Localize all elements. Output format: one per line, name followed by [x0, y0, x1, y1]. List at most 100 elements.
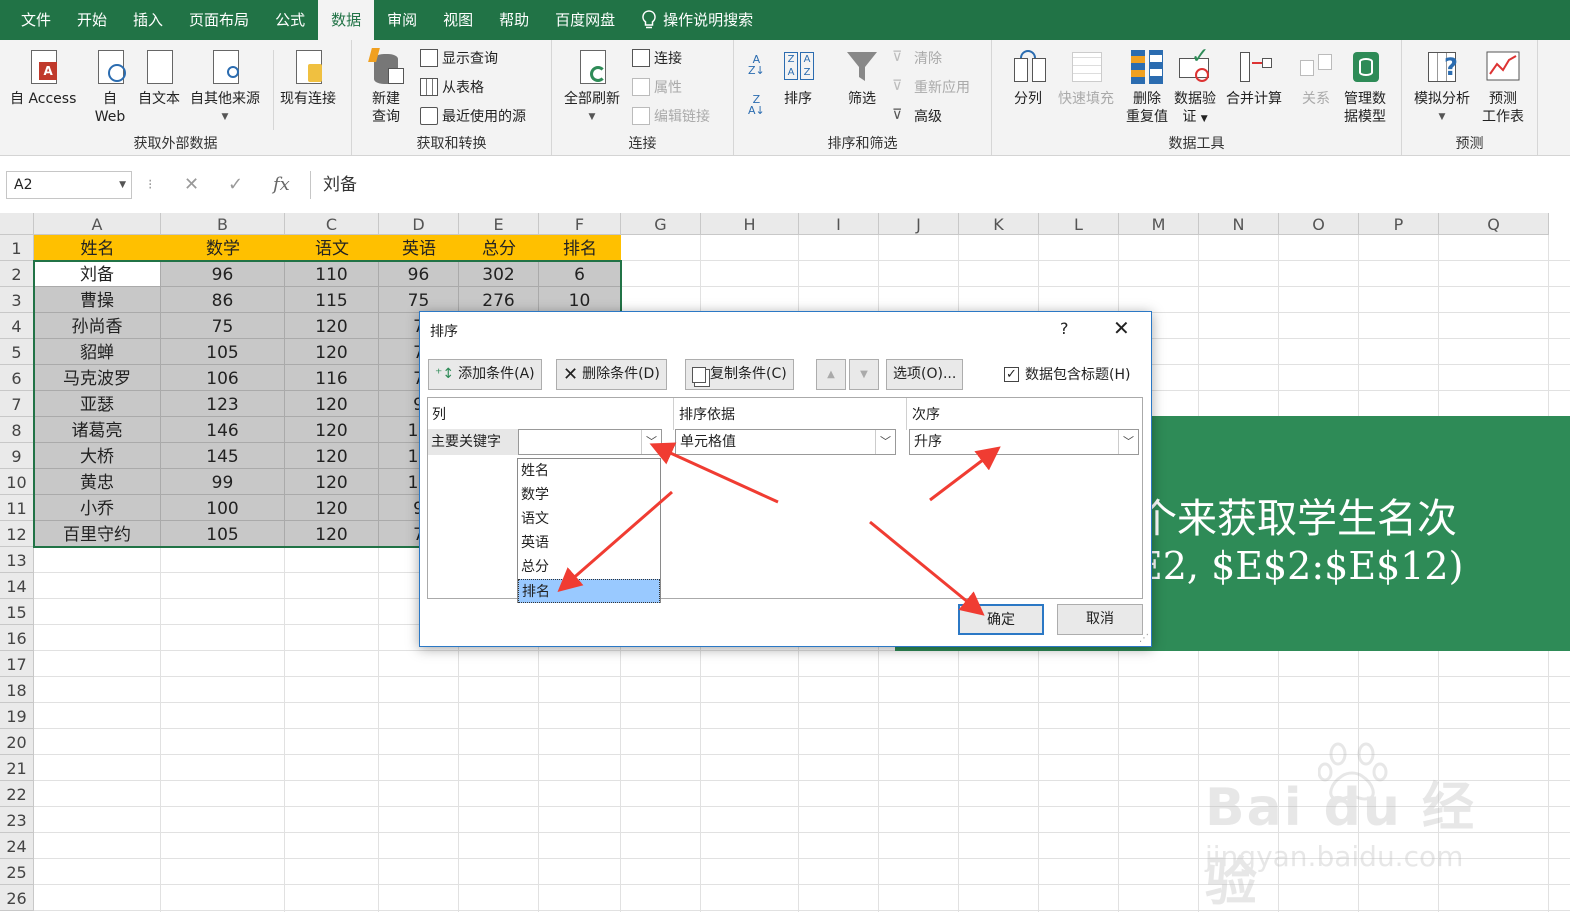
advanced-filter-button[interactable]: ⊽ 高级: [892, 106, 942, 126]
existing-connections-button[interactable]: 现有连接: [280, 48, 336, 108]
data-cell[interactable]: 120: [285, 443, 379, 469]
row-header-19[interactable]: 20: [0, 729, 34, 755]
new-query-button[interactable]: 新建 查询: [368, 48, 404, 126]
data-cell[interactable]: 276: [459, 287, 539, 313]
column-header-16[interactable]: Q: [1439, 213, 1549, 235]
tab-data[interactable]: 数据: [318, 0, 375, 40]
data-cell[interactable]: 146: [161, 417, 285, 443]
data-cell[interactable]: 诸葛亮: [34, 417, 161, 443]
row-header-18[interactable]: 19: [0, 703, 34, 729]
column-header-2[interactable]: C: [285, 213, 379, 235]
column-header-1[interactable]: B: [161, 213, 285, 235]
data-cell[interactable]: 亚瑟: [34, 391, 161, 417]
column-header-0[interactable]: A: [34, 213, 161, 235]
data-cell[interactable]: 小乔: [34, 495, 161, 521]
column-header-10[interactable]: K: [959, 213, 1039, 235]
data-cell[interactable]: 大桥: [34, 443, 161, 469]
data-cell[interactable]: 86: [161, 287, 285, 313]
ok-button[interactable]: 确定: [958, 604, 1044, 635]
show-queries-button[interactable]: 显示查询: [420, 48, 498, 68]
sort-on-select[interactable]: 单元格值 ﹀: [675, 429, 896, 455]
data-cell[interactable]: 6: [539, 261, 621, 287]
sort-descending-icon[interactable]: Z A↓: [748, 94, 765, 116]
data-cell[interactable]: 302: [459, 261, 539, 287]
consolidate-button[interactable]: 合并计算: [1226, 48, 1282, 108]
tab-file[interactable]: 文件: [8, 0, 64, 40]
row-header-10[interactable]: 11: [0, 495, 34, 521]
has-headers-checkbox[interactable]: ✓: [1004, 366, 1019, 382]
help-button[interactable]: ?: [1060, 319, 1069, 338]
tab-help[interactable]: 帮助: [486, 0, 542, 40]
tab-insert[interactable]: 插入: [120, 0, 176, 40]
row-header-5[interactable]: 6: [0, 365, 34, 391]
from-other-sources-button[interactable]: 自其他来源 ▼: [190, 48, 260, 126]
data-cell[interactable]: 孙尚香: [34, 313, 161, 339]
row-header-2[interactable]: 3: [0, 287, 34, 313]
column-header-3[interactable]: D: [379, 213, 459, 235]
tab-formulas[interactable]: 公式: [262, 0, 318, 40]
tell-me-search[interactable]: 操作说明搜索: [628, 0, 766, 40]
connections-button[interactable]: 连接: [632, 48, 682, 68]
row-header-14[interactable]: 15: [0, 599, 34, 625]
from-access-button[interactable]: A 自 Access: [10, 48, 76, 108]
data-cell[interactable]: 马克波罗: [34, 365, 161, 391]
data-cell[interactable]: 105: [161, 521, 285, 547]
enter-check-icon[interactable]: ✓: [228, 171, 243, 199]
close-button[interactable]: ✕: [1113, 316, 1130, 340]
column-header-4[interactable]: E: [459, 213, 539, 235]
row-header-21[interactable]: 22: [0, 781, 34, 807]
option-chinese[interactable]: 语文: [518, 507, 660, 531]
from-web-button[interactable]: 自 Web: [92, 48, 128, 126]
chevron-down-icon[interactable]: ﹀: [875, 430, 895, 454]
cancel-x-icon[interactable]: ✕: [184, 171, 199, 199]
recent-sources-button[interactable]: 最近使用的源: [420, 106, 526, 126]
row-header-3[interactable]: 4: [0, 313, 34, 339]
column-header-13[interactable]: N: [1199, 213, 1279, 235]
row-header-9[interactable]: 10: [0, 469, 34, 495]
column-header-6[interactable]: G: [621, 213, 701, 235]
refresh-all-button[interactable]: 全部刷新 ▼: [564, 48, 620, 126]
chevron-down-icon[interactable]: ﹀: [1118, 430, 1138, 454]
row-header-25[interactable]: 26: [0, 885, 34, 911]
copy-level-button[interactable]: 复制条件(C): [685, 359, 794, 390]
data-cell[interactable]: 75: [161, 313, 285, 339]
tab-view[interactable]: 视图: [430, 0, 486, 40]
resize-grip-icon[interactable]: ⋰: [1139, 633, 1149, 644]
data-cell[interactable]: 120: [285, 313, 379, 339]
options-button[interactable]: 选项(O)...: [886, 359, 964, 390]
column-header-14[interactable]: O: [1279, 213, 1359, 235]
sort-order-select[interactable]: 升序 ﹀: [909, 429, 1139, 455]
row-header-6[interactable]: 7: [0, 391, 34, 417]
relationships-button[interactable]: 关系: [1298, 48, 1334, 108]
data-cell[interactable]: 96: [161, 261, 285, 287]
row-header-7[interactable]: 8: [0, 417, 34, 443]
properties-button[interactable]: 属性: [632, 77, 682, 97]
row-header-24[interactable]: 25: [0, 859, 34, 885]
data-cell[interactable]: 96: [379, 261, 459, 287]
sort-column-select[interactable]: ﹀: [518, 429, 662, 455]
row-header-8[interactable]: 9: [0, 443, 34, 469]
data-cell[interactable]: 115: [285, 287, 379, 313]
row-header-11[interactable]: 12: [0, 521, 34, 547]
data-cell[interactable]: 120: [285, 521, 379, 547]
sort-ascending-icon[interactable]: A Z↓: [748, 54, 765, 76]
row-header-0[interactable]: 1: [0, 235, 34, 261]
manage-data-model-button[interactable]: 管理数 据模型: [1344, 48, 1386, 126]
chevron-down-icon[interactable]: ﹀: [641, 430, 661, 454]
what-if-analysis-button[interactable]: ? 模拟分析 ▼: [1414, 48, 1470, 126]
move-up-button[interactable]: ▲: [816, 359, 846, 390]
row-header-4[interactable]: 5: [0, 339, 34, 365]
column-header-11[interactable]: L: [1039, 213, 1119, 235]
add-level-button[interactable]: ⁺↕ 添加条件(A): [428, 359, 542, 390]
text-to-columns-button[interactable]: 分列: [1010, 48, 1046, 108]
data-cell[interactable]: 106: [161, 365, 285, 391]
chevron-down-icon[interactable]: ▼: [119, 172, 126, 198]
header-cell[interactable]: 排名: [539, 235, 621, 261]
sort-button[interactable]: ZAAZ 排序: [780, 48, 816, 108]
data-cell[interactable]: 145: [161, 443, 285, 469]
data-cell[interactable]: 105: [161, 339, 285, 365]
data-cell[interactable]: 百里守约: [34, 521, 161, 547]
column-header-8[interactable]: I: [799, 213, 879, 235]
data-cell[interactable]: 100: [161, 495, 285, 521]
edit-links-button[interactable]: 编辑链接: [632, 106, 710, 126]
